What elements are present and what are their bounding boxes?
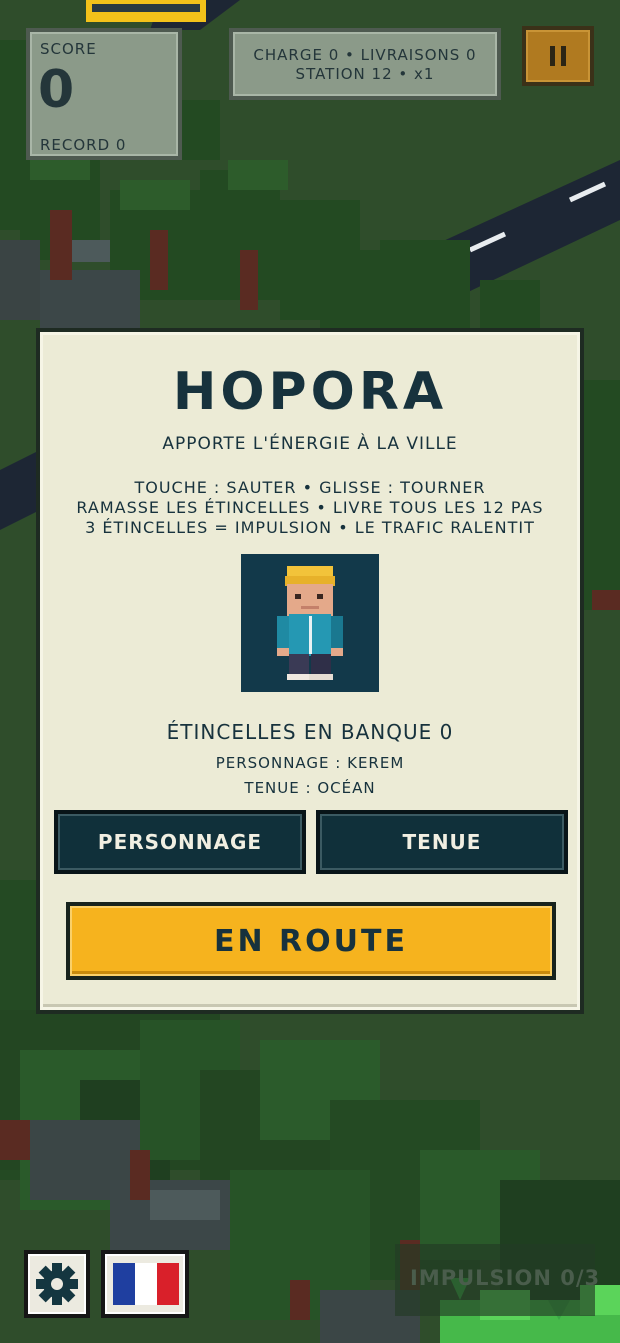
stats-panel: CHARGE 0 • LIVRAISONS 0 STATION 12 • x1 — [229, 28, 501, 100]
record-line: RECORD 0 — [40, 136, 127, 154]
score-panel: SCORE 0 RECORD 0 — [26, 28, 182, 160]
rule-line: 3 ÉTINCELLES = IMPULSION • LE TRAFIC RAL… — [85, 518, 535, 537]
character-avatar — [241, 554, 379, 692]
score-label: SCORE — [40, 40, 97, 58]
trees-right — [584, 380, 620, 610]
gear-icon — [36, 1263, 78, 1305]
selected-character: PERSONNAGE : KEREM — [215, 754, 405, 772]
start-menu: HOPORA APPORTE L'ÉNERGIE À LA VILLE TOUC… — [36, 328, 584, 1014]
pulse-counter: IMPULSION 0/3 — [410, 1266, 601, 1290]
charge-deliveries-line: CHARGE 0 • LIVRAISONS 0 — [253, 46, 477, 64]
station-multiplier-line: STATION 12 • x1 — [295, 65, 435, 83]
pause-icon — [550, 46, 566, 66]
game-title: HOPORA — [172, 362, 448, 422]
selected-outfit: TENUE : OCÉAN — [244, 779, 376, 797]
character-button[interactable]: PERSONNAGE — [54, 810, 306, 874]
start-button[interactable]: EN ROUTE — [66, 902, 556, 980]
rule-line: RAMASSE LES ÉTINCELLES • LIVRE TOUS LES … — [76, 498, 544, 517]
settings-button[interactable] — [24, 1250, 90, 1318]
banked-sparks: ÉTINCELLES EN BANQUE 0 — [166, 720, 454, 744]
pause-button[interactable] — [522, 26, 594, 86]
score-value: 0 — [38, 60, 75, 120]
outfit-button[interactable]: TENUE — [316, 810, 568, 874]
game-subtitle: APPORTE L'ÉNERGIE À LA VILLE — [162, 434, 458, 454]
language-button[interactable] — [101, 1250, 189, 1318]
french-flag-icon — [113, 1263, 179, 1305]
rule-line: TOUCHE : SAUTER • GLISSE : TOURNER — [134, 478, 486, 497]
rules-text: TOUCHE : SAUTER • GLISSE : TOURNER RAMAS… — [40, 478, 580, 538]
